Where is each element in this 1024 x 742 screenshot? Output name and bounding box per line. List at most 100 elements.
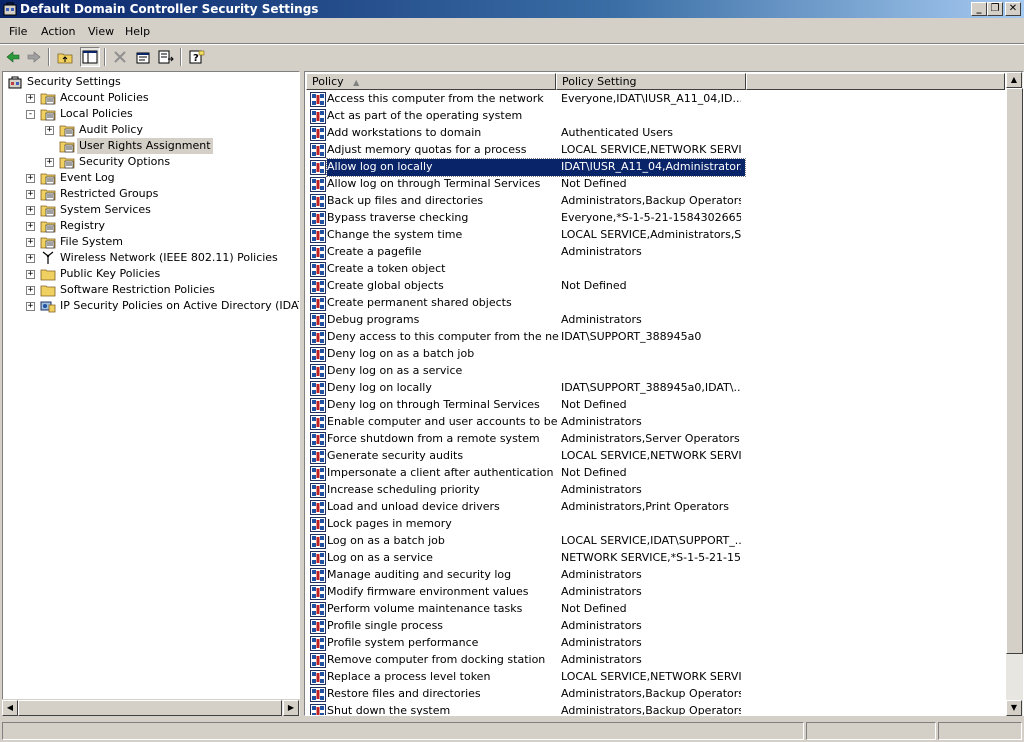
table-row[interactable]: Lock pages in memory	[307, 516, 1007, 533]
scroll-up-button[interactable]: ▲	[1006, 72, 1022, 88]
table-row[interactable]: Change the system time LOCAL SERVICE,Admi…	[307, 227, 1007, 244]
table-row[interactable]: Replace a process level token LOCAL SERVI…	[307, 669, 1007, 686]
table-row[interactable]: Act as part of the operating system	[307, 108, 1007, 125]
collapse-icon[interactable]: -	[26, 110, 35, 119]
expand-icon[interactable]: +	[45, 126, 54, 135]
help-button[interactable]: ?	[187, 47, 207, 67]
back-button[interactable]	[3, 47, 23, 67]
table-row[interactable]: Shut down the system Administrators,Backu…	[307, 703, 1007, 715]
policy-setting: Administrators	[561, 245, 642, 258]
expand-icon[interactable]: +	[26, 222, 35, 231]
column-header-policy-setting[interactable]: Policy Setting	[556, 73, 746, 90]
table-row[interactable]: Deny log on locally IDAT\SUPPORT_388945a0…	[307, 380, 1007, 397]
table-row-selected[interactable]: Allow log on locally IDAT\IUSR_A11_04,Adm…	[307, 158, 1007, 177]
expand-icon[interactable]: +	[26, 238, 35, 247]
table-row[interactable]: Restore files and directories Administrat…	[307, 686, 1007, 703]
scroll-thumb[interactable]	[18, 700, 282, 716]
toolbar-separator	[48, 48, 50, 66]
policy-name: Profile single process	[327, 619, 444, 632]
tree-node-label: Registry	[60, 219, 106, 232]
forward-button[interactable]	[24, 47, 44, 67]
scroll-down-button[interactable]: ▼	[1006, 700, 1022, 716]
tree-node-file-system[interactable]: + File System	[3, 234, 299, 250]
table-row[interactable]: Create a pagefile Administrators	[307, 244, 1007, 261]
table-row[interactable]: Allow log on through Terminal Services No…	[307, 176, 1007, 193]
expand-icon[interactable]: +	[26, 270, 35, 279]
table-row[interactable]: Create a token object	[307, 261, 1007, 278]
table-row[interactable]: Remove computer from docking station Admi…	[307, 652, 1007, 669]
tree-node-public-key-policies[interactable]: + Public Key Policies	[3, 266, 299, 282]
scroll-right-button[interactable]: ▶	[283, 700, 299, 716]
tree-node-ip-security-policies-on-active-directory-idat-msft[interactable]: + IP Security Policies on Active Director…	[3, 298, 299, 314]
tree-node-system-services[interactable]: + System Services	[3, 202, 299, 218]
policy-setting: LOCAL SERVICE,NETWORK SERVICE	[561, 449, 741, 462]
minimize-button[interactable]: _	[971, 2, 987, 16]
table-row[interactable]: Profile single process Administrators	[307, 618, 1007, 635]
table-row[interactable]: Debug programs Administrators	[307, 312, 1007, 329]
table-row[interactable]: Modify firmware environment values Admini…	[307, 584, 1007, 601]
show-hide-console-tree-button[interactable]	[80, 47, 100, 67]
title-bar[interactable]: Default Domain Controller Security Setti…	[0, 0, 1024, 18]
table-row[interactable]: Log on as a batch job LOCAL SERVICE,IDAT\…	[307, 533, 1007, 550]
table-row[interactable]: Deny log on as a service	[307, 363, 1007, 380]
table-row[interactable]: Back up files and directories Administrat…	[307, 193, 1007, 210]
table-row[interactable]: Deny log on as a batch job	[307, 346, 1007, 363]
table-row[interactable]: Perform volume maintenance tasks Not Defi…	[307, 601, 1007, 618]
menu-view[interactable]: View	[88, 25, 114, 38]
expand-icon[interactable]: +	[26, 206, 35, 215]
menu-file[interactable]: File	[9, 25, 27, 38]
table-row[interactable]: Load and unload device drivers Administra…	[307, 499, 1007, 516]
table-row[interactable]: Impersonate a client after authenticatio…	[307, 465, 1007, 482]
close-button[interactable]: ✕	[1005, 2, 1021, 16]
tree-node-wireless-network-ieee-802-11-policies[interactable]: + Wireless Network (IEEE 802.11) Policies	[3, 250, 299, 266]
table-row[interactable]: Adjust memory quotas for a process LOCAL …	[307, 142, 1007, 159]
tree-node-audit-policy[interactable]: + Audit Policy	[3, 122, 299, 138]
expand-icon[interactable]: +	[26, 174, 35, 183]
delete-button[interactable]	[110, 47, 130, 67]
policy-setting: Administrators	[561, 415, 642, 428]
table-row[interactable]: Manage auditing and security log Administ…	[307, 567, 1007, 584]
expand-icon[interactable]: +	[26, 254, 35, 263]
tree-node-user-rights-assignment[interactable]: User Rights Assignment	[3, 138, 299, 154]
up-one-level-button[interactable]	[55, 47, 75, 67]
table-row[interactable]: Log on as a service NETWORK SERVICE,*S-1-…	[307, 550, 1007, 567]
policy-list[interactable]: Policy ▲ Policy Setting Access this comp…	[304, 71, 1024, 716]
tree-horizontal-scrollbar[interactable]: ◀ ▶	[2, 699, 300, 716]
table-row[interactable]: Profile system performance Administrators	[307, 635, 1007, 652]
tree-node-software-restriction-policies[interactable]: + Software Restriction Policies	[3, 282, 299, 298]
tree-node-security-options[interactable]: + Security Options	[3, 154, 299, 170]
table-row[interactable]: Enable computer and user accounts to be …	[307, 414, 1007, 431]
table-row[interactable]: Bypass traverse checking Everyone,*S-1-5-…	[307, 210, 1007, 227]
table-row[interactable]: Generate security audits LOCAL SERVICE,NE…	[307, 448, 1007, 465]
expand-icon[interactable]: +	[26, 286, 35, 295]
table-row[interactable]: Increase scheduling priority Administrato…	[307, 482, 1007, 499]
expand-icon[interactable]: +	[26, 302, 35, 311]
menu-action[interactable]: Action	[41, 25, 75, 38]
list-vertical-scrollbar[interactable]: ▲ ▼	[1006, 72, 1023, 716]
table-row[interactable]: Create global objects Not Defined	[307, 278, 1007, 295]
policy-setting: Everyone,*S-1-5-21-1584302665-...	[561, 211, 741, 224]
scroll-left-button[interactable]: ◀	[2, 700, 18, 716]
menu-help[interactable]: Help	[125, 25, 150, 38]
table-row[interactable]: Deny access to this computer from the ne…	[307, 329, 1007, 346]
table-row[interactable]: Add workstations to domain Authenticated …	[307, 125, 1007, 142]
tree-node-registry[interactable]: + Registry	[3, 218, 299, 234]
expand-icon[interactable]: +	[26, 94, 35, 103]
tree-node-security-settings[interactable]: Security Settings	[3, 74, 299, 90]
table-row[interactable]: Access this computer from the network Eve…	[307, 91, 1007, 108]
expand-icon[interactable]: +	[26, 190, 35, 199]
tree-node-local-policies[interactable]: - Local Policies	[3, 106, 299, 122]
table-row[interactable]: Create permanent shared objects	[307, 295, 1007, 312]
restore-button[interactable]: ❐	[987, 2, 1003, 16]
console-tree[interactable]: Security Settings + Account Policies - Local…	[2, 71, 300, 716]
tree-node-restricted-groups[interactable]: + Restricted Groups	[3, 186, 299, 202]
tree-node-event-log[interactable]: + Event Log	[3, 170, 299, 186]
table-row[interactable]: Deny log on through Terminal Services Not…	[307, 397, 1007, 414]
export-list-button[interactable]	[156, 47, 176, 67]
column-header-policy[interactable]: Policy ▲	[306, 73, 556, 90]
properties-button[interactable]	[133, 47, 153, 67]
expand-icon[interactable]: +	[45, 158, 54, 167]
scroll-thumb[interactable]	[1006, 88, 1023, 654]
tree-node-account-policies[interactable]: + Account Policies	[3, 90, 299, 106]
table-row[interactable]: Force shutdown from a remote system Admin…	[307, 431, 1007, 448]
